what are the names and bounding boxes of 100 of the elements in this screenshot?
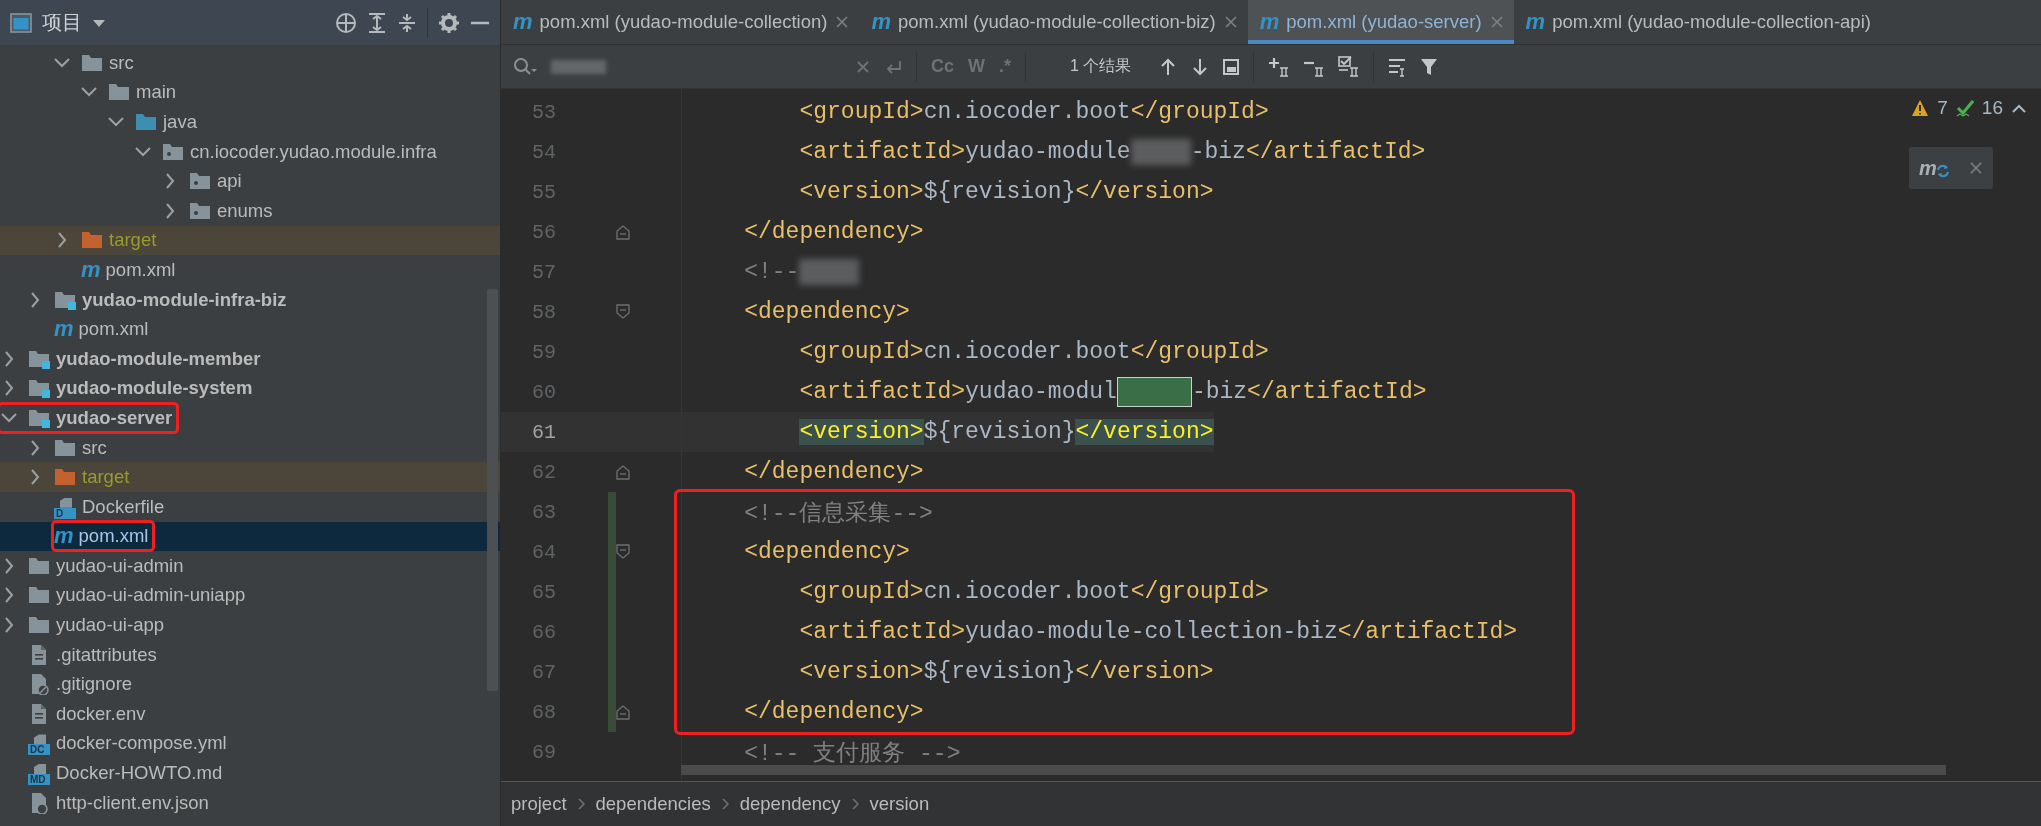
expand-all-icon[interactable] [367, 11, 387, 34]
code-line: <!--信息采集--> [743, 499, 934, 529]
tree-row[interactable]: yudao-server [0, 403, 500, 433]
tree-row[interactable]: src [0, 48, 500, 78]
tree-row[interactable]: java [0, 107, 500, 137]
tree-row[interactable]: yudao-ui-admin [0, 551, 500, 581]
breadcrumb[interactable]: dependency [739, 793, 841, 815]
tree-item-label: main [136, 81, 177, 104]
tree-row[interactable]: m pom.xml [0, 521, 500, 552]
funnel-icon[interactable] [1420, 57, 1439, 76]
fold-icon[interactable] [616, 304, 630, 320]
code-line: <dependency> [743, 538, 911, 567]
newline-icon[interactable] [884, 58, 902, 75]
scrollbar-thumb[interactable] [681, 765, 1946, 775]
dropdown-caret-icon[interactable] [92, 17, 106, 28]
fold-icon[interactable] [616, 544, 630, 560]
tree-row[interactable]: api [0, 166, 500, 196]
tree-row[interactable]: .gitignore [0, 669, 500, 700]
tree-row[interactable]: enums [0, 195, 500, 226]
tree-row[interactable]: .gitattributes [0, 639, 500, 670]
close-icon[interactable] [835, 15, 850, 29]
tree-row[interactable]: src [0, 432, 500, 463]
tree-row[interactable]: m pom.xml [0, 314, 500, 344]
code-line: <artifactId>yudao-module-collection-biz</artifactId> [798, 618, 1519, 647]
tree-row[interactable]: yudao-module-infra-biz [0, 284, 500, 315]
editor-tab[interactable]: m pom.xml (yudao-module-collection-biz) [859, 0, 1248, 44]
chevron-right-icon [576, 797, 586, 811]
tab-label: pom.xml (yudao-module-collection-biz) [898, 11, 1216, 33]
tree-item-label: .gitattributes [56, 643, 157, 666]
fold-icon[interactable] [616, 224, 630, 240]
add-occurrence-icon[interactable] [1268, 56, 1290, 77]
tree-item-label: pom.xml [105, 258, 176, 281]
line-number: 60 [531, 379, 557, 406]
tree-item-label: yudao-module-system [56, 377, 253, 400]
tree-row[interactable]: cn.iocoder.yudao.module.infra [0, 136, 500, 167]
warning-icon[interactable] [1911, 99, 1930, 117]
tree-item-label: src [109, 51, 134, 74]
tree-item-label: docker-compose.yml [56, 732, 227, 755]
tree-row[interactable]: target [0, 225, 500, 256]
letter-m-icon: m [1525, 11, 1545, 33]
locate-icon[interactable] [335, 11, 357, 34]
tree-row[interactable]: yudao-module-system [0, 373, 500, 404]
close-icon[interactable] [1223, 15, 1238, 29]
search-icon[interactable] [513, 56, 537, 77]
filter-lines-icon[interactable] [1388, 56, 1407, 77]
line-number: 63 [501, 492, 616, 532]
scrollbar-thumb[interactable] [487, 289, 498, 691]
editor-tab[interactable]: m pom.xml (yudao-server) [1247, 0, 1514, 44]
editor-tab[interactable]: m pom.xml (yudao-module-collection-api) [1513, 0, 1881, 44]
tree-row[interactable]: main [0, 77, 500, 108]
chevron-up-icon[interactable] [2011, 102, 2027, 114]
letter-m-icon: m [871, 11, 890, 33]
chevron-right-icon [720, 797, 730, 811]
line-number: 62 [531, 459, 557, 486]
select-occurrences-icon[interactable] [1338, 56, 1360, 77]
tree-row[interactable]: docker.env [0, 699, 500, 729]
close-icon[interactable] [1969, 161, 1983, 175]
fold-icon[interactable] [616, 704, 630, 720]
tree-item-label: target [109, 229, 157, 252]
code-line: </dependency> [743, 218, 924, 247]
tree-row[interactable]: yudao-module-member [0, 343, 500, 374]
module-folder-icon [28, 377, 50, 400]
reload-icon[interactable] [1935, 164, 1950, 178]
tree-row[interactable]: target [0, 462, 500, 492]
select-all-icon[interactable] [1223, 58, 1240, 75]
breadcrumb[interactable]: dependencies [595, 793, 711, 815]
clear-icon[interactable] [856, 59, 870, 74]
panel-title[interactable]: 项目 [42, 9, 82, 36]
maven-reload-popup[interactable]: m [1909, 147, 1993, 189]
settings-icon[interactable] [438, 11, 460, 34]
line-number: 56 [531, 219, 557, 246]
warning-count[interactable]: 7 [1937, 97, 1948, 119]
tree-item-label: http-client.env.json [56, 791, 209, 814]
tree-row[interactable]: MD Docker-HOWTO.md [0, 758, 500, 788]
arrow-down-icon[interactable] [1191, 57, 1210, 76]
tree-row[interactable]: m pom.xml [0, 255, 500, 285]
tree-row[interactable]: yudao-ui-admin-uniapp [0, 580, 500, 611]
line-number: 58 [531, 299, 557, 326]
code-line: <groupId>cn.iocoder.boot</groupId> [798, 98, 1269, 127]
breadcrumb[interactable]: version [869, 793, 930, 815]
tree-item-label: Dockerfile [82, 495, 165, 518]
tree-item-label: yudao-ui-admin [56, 554, 184, 577]
tree-row[interactable]: yudao-ui-app [0, 610, 500, 640]
breadcrumb[interactable]: project [511, 793, 567, 815]
weak-warning-count[interactable]: 16 [1981, 97, 2003, 119]
tree-row[interactable]: http-client.env.json [0, 787, 500, 818]
match-count: 1 个结果 [1070, 56, 1132, 76]
tree-row[interactable]: DC docker-compose.yml [0, 728, 500, 759]
code-line: <version>${revision}</version> [798, 658, 1215, 687]
tree-item-label: Docker-HOWTO.md [56, 762, 223, 785]
line-number: 66 [501, 612, 616, 652]
tree-row[interactable]: D Dockerfile [0, 491, 500, 522]
fold-icon[interactable] [616, 464, 630, 480]
editor-tab[interactable]: m pom.xml (yudao-module-collection) [501, 0, 860, 44]
tree-item-label: docker.env [56, 702, 146, 725]
collapse-all-icon[interactable] [397, 11, 417, 34]
project-window-icon [10, 11, 32, 34]
check-icon[interactable] [1955, 99, 1974, 117]
code-line: <artifactId>yudao-modul -biz</artifactId> [798, 376, 1427, 409]
tree-item-label: yudao-ui-admin-uniapp [56, 584, 246, 607]
